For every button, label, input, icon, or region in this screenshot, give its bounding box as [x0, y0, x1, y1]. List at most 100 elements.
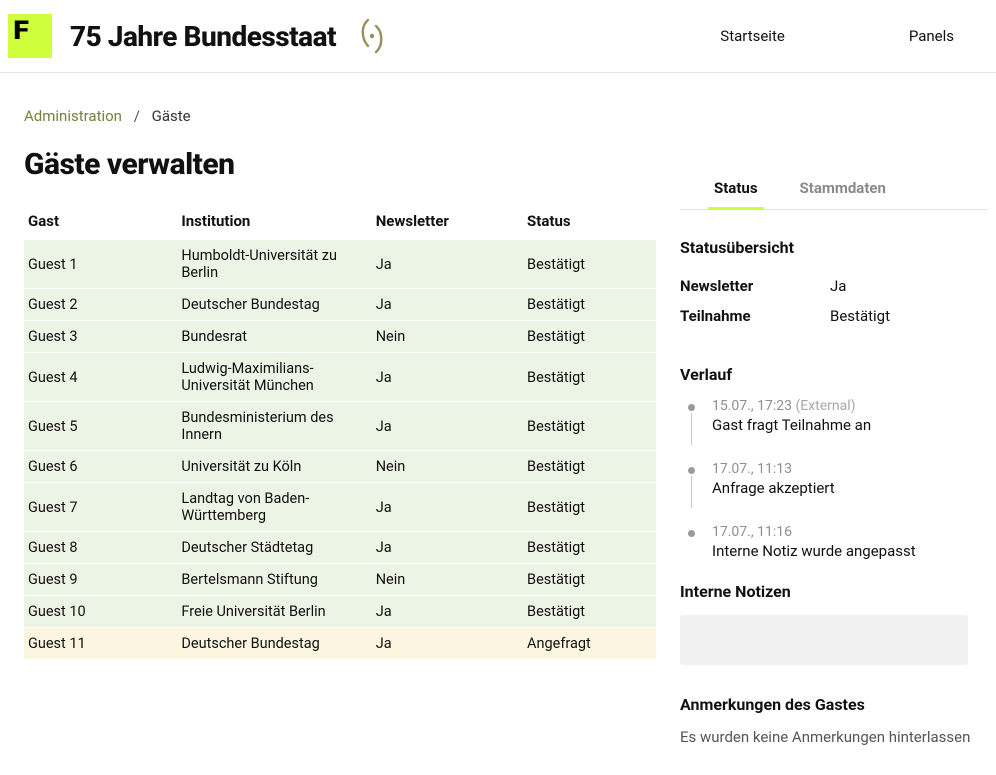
overview-teilnahme-label: Teilnahme	[680, 307, 830, 325]
timeline-meta: 17.07., 11:16	[712, 524, 988, 540]
guests-table-header-row: Gast Institution Newsletter Status	[24, 204, 656, 240]
cell-status: Bestätigt	[523, 321, 656, 353]
col-header-newsletter[interactable]: Newsletter	[372, 204, 523, 240]
cell-newsletter: Ja	[372, 289, 523, 321]
table-row[interactable]: Guest 2Deutscher BundestagJaBestätigt	[24, 289, 656, 321]
breadcrumb-administration[interactable]: Administration	[24, 107, 122, 125]
cell-status: Bestätigt	[523, 596, 656, 628]
cell-status: Bestätigt	[523, 240, 656, 289]
cell-guest: Guest 7	[24, 483, 177, 532]
cell-institution: Deutscher Städtetag	[177, 532, 371, 564]
tab-stammdaten[interactable]: Stammdaten	[800, 171, 886, 209]
timeline-dot-icon	[688, 530, 695, 537]
cell-guest: Guest 8	[24, 532, 177, 564]
remarks-heading: Anmerkungen des Gastes	[680, 695, 988, 714]
remarks-text: Es wurden keine Anmerkungen hinterlassen	[680, 728, 988, 746]
table-row[interactable]: Guest 6Universität zu KölnNeinBestätigt	[24, 451, 656, 483]
history-heading: Verlauf	[680, 365, 988, 384]
timeline-meta: 15.07., 17:23 (External)	[712, 398, 988, 414]
cell-newsletter: Nein	[372, 564, 523, 596]
cell-guest: Guest 6	[24, 451, 177, 483]
cell-status: Bestätigt	[523, 402, 656, 451]
table-row[interactable]: Guest 3BundesratNeinBestätigt	[24, 321, 656, 353]
table-row[interactable]: Guest 5Bundesministerium des InnernJaBes…	[24, 402, 656, 451]
cell-institution: Bundesrat	[177, 321, 371, 353]
cell-institution: Freie Universität Berlin	[177, 596, 371, 628]
cell-newsletter: Ja	[372, 402, 523, 451]
table-row[interactable]: Guest 7Landtag von Baden-WürttembergJaBe…	[24, 483, 656, 532]
cell-institution: Deutscher Bundestag	[177, 628, 371, 660]
brand-title: 75 Jahre Bundesstaat	[70, 20, 336, 53]
timeline-item: 17.07., 11:16 Interne Notiz wurde angepas…	[680, 524, 988, 560]
cell-institution: Landtag von Baden-Württemberg	[177, 483, 371, 532]
cell-newsletter: Nein	[372, 321, 523, 353]
cell-newsletter: Ja	[372, 353, 523, 402]
cell-institution: Universität zu Köln	[177, 451, 371, 483]
cell-institution: Deutscher Bundestag	[177, 289, 371, 321]
cell-institution: Bertelsmann Stiftung	[177, 564, 371, 596]
side-tabs: Status Stammdaten	[680, 171, 988, 210]
overview-newsletter-value: Ja	[830, 277, 846, 295]
timeline-item: 17.07., 11:13 Anfrage akzeptiert	[680, 461, 988, 508]
timeline-text: Gast fragt Teilnahme an	[712, 416, 988, 434]
table-row[interactable]: Guest 1Humboldt-Universität zu BerlinJaB…	[24, 240, 656, 289]
cell-guest: Guest 5	[24, 402, 177, 451]
table-row[interactable]: Guest 8Deutscher StädtetagJaBestätigt	[24, 532, 656, 564]
cell-newsletter: Ja	[372, 483, 523, 532]
nav-panels[interactable]: Panels	[909, 27, 954, 45]
topbar: F 75 Jahre Bundesstaat Startseite Panels	[0, 0, 996, 73]
guests-table: Gast Institution Newsletter Status Guest…	[24, 204, 656, 659]
cell-newsletter: Nein	[372, 451, 523, 483]
nav-startseite[interactable]: Startseite	[720, 27, 785, 45]
col-header-status[interactable]: Status	[523, 204, 656, 240]
event-swirl-icon	[356, 18, 388, 54]
col-header-institution[interactable]: Institution	[177, 204, 371, 240]
cell-status: Bestätigt	[523, 353, 656, 402]
cell-guest: Guest 11	[24, 628, 177, 660]
cell-status: Bestätigt	[523, 564, 656, 596]
overview-heading: Statusübersicht	[680, 238, 988, 257]
cell-newsletter: Ja	[372, 628, 523, 660]
overview-teilnahme-value: Bestätigt	[830, 307, 890, 325]
cell-guest: Guest 3	[24, 321, 177, 353]
cell-guest: Guest 4	[24, 353, 177, 402]
cell-status: Bestätigt	[523, 289, 656, 321]
timeline-text: Anfrage akzeptiert	[712, 479, 988, 497]
cell-newsletter: Ja	[372, 596, 523, 628]
page-title: Gäste verwalten	[24, 147, 660, 182]
internal-notes-input[interactable]	[680, 615, 968, 665]
table-row[interactable]: Guest 11Deutscher BundestagJaAngefragt	[24, 628, 656, 660]
overview-newsletter-row: Newsletter Ja	[680, 271, 988, 301]
overview-teilnahme-row: Teilnahme Bestätigt	[680, 301, 988, 331]
breadcrumb: Administration / Gäste	[24, 73, 660, 125]
cell-status: Bestätigt	[523, 451, 656, 483]
cell-newsletter: Ja	[372, 532, 523, 564]
cell-newsletter: Ja	[372, 240, 523, 289]
breadcrumb-current: Gäste	[152, 107, 191, 125]
cell-status: Bestätigt	[523, 483, 656, 532]
breadcrumb-separator: /	[134, 107, 140, 125]
cell-institution: Ludwig-Maximilians-Universität München	[177, 353, 371, 402]
cell-guest: Guest 1	[24, 240, 177, 289]
overview-newsletter-label: Newsletter	[680, 277, 830, 295]
cell-status: Bestätigt	[523, 532, 656, 564]
timeline-text: Interne Notiz wurde angepasst	[712, 542, 988, 560]
notes-heading: Interne Notizen	[680, 582, 988, 601]
timeline-meta: 17.07., 11:13	[712, 461, 988, 477]
timeline-dot-icon	[688, 467, 695, 474]
table-row[interactable]: Guest 4Ludwig-Maximilians-Universität Mü…	[24, 353, 656, 402]
cell-guest: Guest 9	[24, 564, 177, 596]
brand-logo-icon: F	[8, 14, 52, 58]
table-row[interactable]: Guest 10Freie Universität BerlinJaBestät…	[24, 596, 656, 628]
cell-guest: Guest 2	[24, 289, 177, 321]
col-header-gast[interactable]: Gast	[24, 204, 177, 240]
history-timeline: 15.07., 17:23 (External) Gast fragt Teiln…	[680, 398, 988, 560]
timeline-item: 15.07., 17:23 (External) Gast fragt Teiln…	[680, 398, 988, 445]
cell-status: Angefragt	[523, 628, 656, 660]
cell-institution: Humboldt-Universität zu Berlin	[177, 240, 371, 289]
tab-status[interactable]: Status	[714, 171, 758, 209]
cell-guest: Guest 10	[24, 596, 177, 628]
cell-institution: Bundesministerium des Innern	[177, 402, 371, 451]
table-row[interactable]: Guest 9Bertelsmann StiftungNeinBestätigt	[24, 564, 656, 596]
timeline-dot-icon	[688, 404, 695, 411]
